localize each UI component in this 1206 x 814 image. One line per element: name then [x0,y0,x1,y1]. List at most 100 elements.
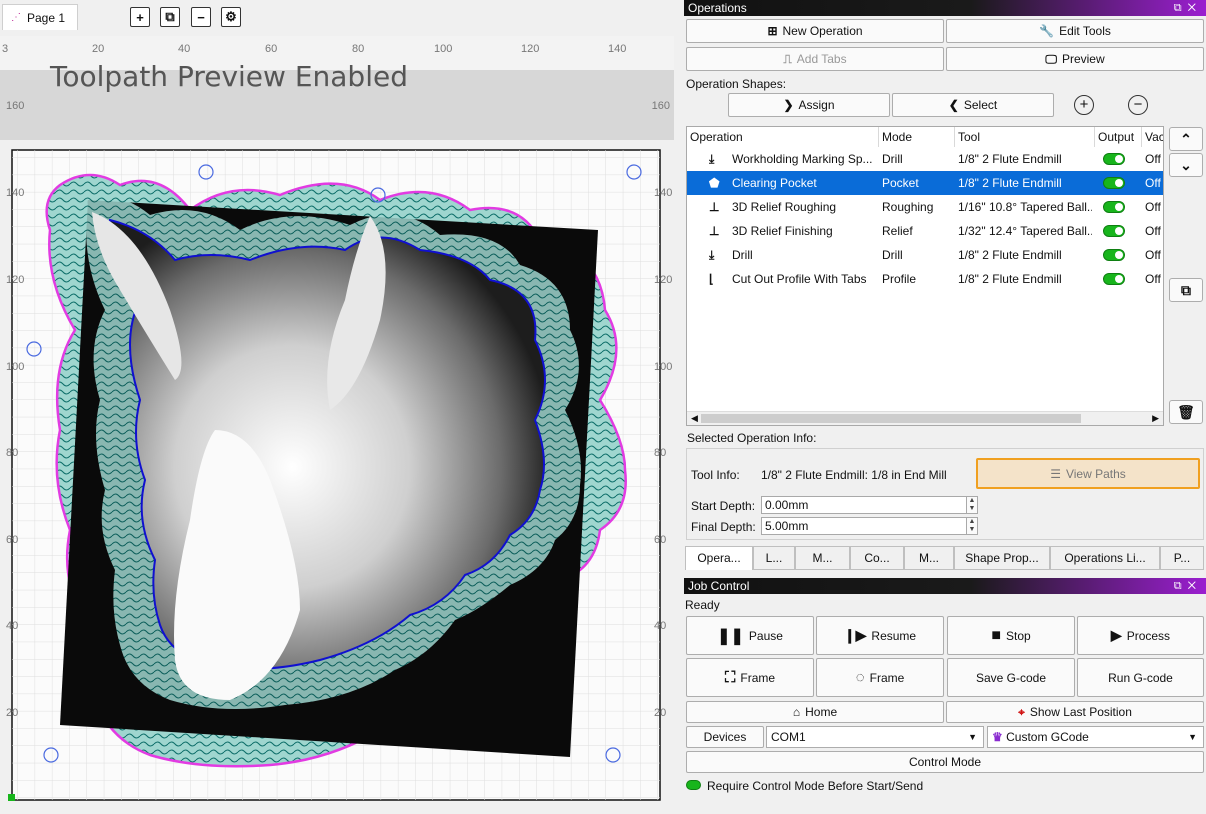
pause-button[interactable]: ❚❚ Pause [686,616,814,655]
column-header-operation[interactable]: Operation [687,127,879,147]
scrollbar-thumb[interactable] [701,414,1081,423]
view-paths-button[interactable]: ☰ View Paths [976,458,1200,489]
y-tick-label: 40 [654,620,667,632]
design-canvas[interactable]: 140 120 100 80 60 40 20 140 120 100 80 6… [0,140,674,811]
copy-icon: ⧉ [1181,281,1191,298]
table-row[interactable]: ⌊ Cut Out Profile With Tabs Profile 1/8"… [687,267,1163,291]
ruler-label: 60 [265,43,278,55]
require-control-label: Require Control Mode Before Start/Send [707,779,924,793]
column-header-tool[interactable]: Tool [955,127,1095,147]
save-gcode-button[interactable]: Save G-code [947,658,1075,697]
y-tick-label: 80 [654,447,667,459]
move-up-button[interactable]: ⌃ [1169,127,1203,151]
table-row[interactable]: ⤓ Drill Drill 1/8" 2 Flute Endmill Off [687,243,1163,267]
output-toggle[interactable] [1103,225,1125,237]
frame-square-icon: ⛶ [724,669,736,686]
port-select[interactable]: COM1 ▼ [766,726,984,748]
table-row[interactable]: ⤓ Workholding Marking Sp... Drill 1/8" 2… [687,147,1163,171]
device-value: Custom GCode [1006,730,1089,744]
y-tick-label: 20 [6,707,19,719]
tabs-icon: ⎍ [783,51,792,66]
table-row[interactable]: ⊥ 3D Relief Finishing Relief 1/32" 12.4°… [687,219,1163,243]
assign-button[interactable]: ❯ Assign [728,93,890,117]
process-button[interactable]: ▶ Process [1077,616,1204,655]
ruler-label: 20 [92,43,105,55]
tab-operations-list[interactable]: Operations Li... [1050,546,1160,570]
start-depth-spinner[interactable]: ▲ ▼ [966,496,978,514]
column-header-output[interactable]: Output [1095,127,1142,147]
final-depth-field[interactable]: 5.00mm [761,517,967,535]
tab-m2[interactable]: M... [904,546,954,570]
monitor-icon: 🖵 [1045,51,1057,66]
require-control-toggle[interactable] [686,780,701,790]
stop-label: Stop [1005,628,1031,643]
tab-shape-properties[interactable]: Shape Prop... [954,546,1050,570]
delete-operation-button[interactable]: 🗑 [1169,400,1203,424]
page-icon: ⋰ [11,12,21,23]
minus-circle-icon: − [1128,95,1148,115]
operations-table[interactable]: Operation Mode Tool Output Vacu ⤓ Workho… [686,126,1164,426]
add-page-icon[interactable]: + [130,7,150,27]
tab-operations[interactable]: Opera... [685,546,753,570]
output-toggle[interactable] [1103,201,1125,213]
page-tab[interactable]: ⋰ Page 1 [2,4,78,30]
relief-op-icon: ⊥ [709,224,720,238]
home-button[interactable]: ⌂ Home [686,701,944,723]
final-depth-label: Final Depth: [691,520,756,534]
device-select[interactable]: ♛ Custom GCode ▼ [987,726,1204,748]
output-toggle[interactable] [1103,273,1125,285]
horizontal-scrollbar[interactable]: ◀ ▶ [687,411,1163,425]
column-header-mode[interactable]: Mode [879,127,955,147]
selected-operation-info-label: Selected Operation Info: [687,431,817,445]
tab-m[interactable]: M... [795,546,850,570]
frame-button[interactable]: ⛶ Frame [686,658,814,697]
output-toggle[interactable] [1103,153,1125,165]
panel-window-controls[interactable]: ⧉✕ [1174,578,1202,594]
resume-label: Resume [871,628,917,643]
operation-tool: 1/32" 12.4° Tapered Ball... [958,224,1092,238]
resume-button[interactable]: ❙▶ Resume [816,616,944,655]
add-tabs-button[interactable]: ⎍ Add Tabs [686,47,944,71]
frame-circle-button[interactable]: ◌ Frame [816,658,944,697]
page-tab-label: Page 1 [27,10,66,25]
remove-page-icon[interactable]: − [191,7,211,27]
stop-button[interactable]: ■ Stop [947,616,1075,655]
devices-button[interactable]: Devices [686,726,764,748]
page-settings-icon[interactable]: ⚙ [221,7,241,27]
operation-name: 3D Relief Roughing [732,200,837,214]
scroll-left-icon[interactable]: ◀ [691,413,698,424]
control-mode-button[interactable]: Control Mode [686,751,1204,773]
copy-operation-button[interactable]: ⧉ [1169,278,1203,302]
column-header-vacuum[interactable]: Vacu [1142,127,1163,147]
start-depth-field[interactable]: 0.00mm [761,496,967,514]
table-row[interactable]: ⊥ 3D Relief Roughing Roughing 1/16" 10.8… [687,195,1163,219]
panel-window-controls[interactable]: ⧉✕ [1174,0,1202,16]
remove-shape-button[interactable]: − [1112,93,1164,117]
edit-tools-button[interactable]: 🔧 Edit Tools [946,19,1204,43]
preview-button[interactable]: 🖵 Preview [946,47,1204,71]
duplicate-page-icon[interactable]: ⧉ [160,7,180,27]
output-toggle[interactable] [1103,249,1125,261]
tab-l[interactable]: L... [753,546,795,570]
scroll-right-icon[interactable]: ▶ [1152,413,1159,424]
run-gcode-button[interactable]: Run G-code [1077,658,1204,697]
table-row[interactable]: ⬟ Clearing Pocket Pocket 1/8" 2 Flute En… [687,171,1163,195]
add-tabs-label: Add Tabs [796,52,847,66]
output-toggle[interactable] [1103,177,1125,189]
tool-info-value: 1/8" 2 Flute Endmill: 1/8 in End Mill [761,468,947,482]
add-shape-button[interactable]: + [1058,93,1110,117]
job-status: Ready [685,598,720,612]
new-operation-label: New Operation [782,24,863,38]
pocket-op-icon: ⬟ [709,176,720,190]
show-last-position-button[interactable]: ⌖ Show Last Position [946,701,1204,723]
new-operation-button[interactable]: ⊞ New Operation [686,19,944,43]
move-down-button[interactable]: ⌄ [1169,153,1203,177]
tab-p[interactable]: P... [1160,546,1204,570]
final-depth-spinner[interactable]: ▲ ▼ [966,517,978,535]
vacuum-value: Off [1145,152,1161,166]
operations-panel-header: Operations ⧉✕ [684,0,1206,16]
select-button[interactable]: ❮ Select [892,93,1054,117]
operation-mode: Relief [882,224,913,238]
devices-label: Devices [703,730,747,744]
tab-co[interactable]: Co... [850,546,904,570]
